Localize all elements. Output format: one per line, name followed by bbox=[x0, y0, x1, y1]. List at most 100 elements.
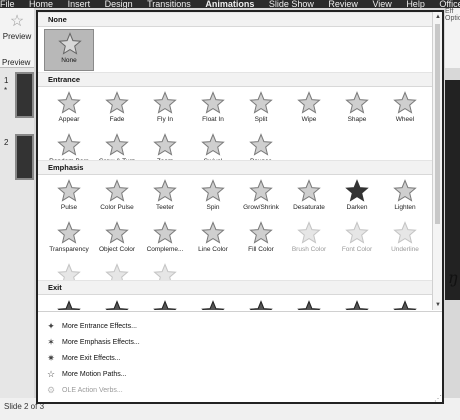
effect-transparency[interactable]: Transparency bbox=[44, 219, 94, 261]
exit-star-icon bbox=[92, 298, 142, 310]
effect-wipe[interactable]: Wipe bbox=[284, 89, 334, 131]
effect-label: Wheel bbox=[395, 116, 415, 123]
random-bars-star-icon bbox=[44, 131, 94, 157]
ribbon-preview-group: ☆ Preview Preview bbox=[0, 8, 34, 68]
gallery-scrollbar[interactable]: ▲ ▼ bbox=[432, 12, 442, 310]
effect-label: Compleme... bbox=[146, 246, 184, 253]
slide-thumbnail-1[interactable] bbox=[15, 72, 34, 118]
resize-grip-icon[interactable]: ⋰ bbox=[434, 394, 442, 403]
effect-split[interactable]: Split bbox=[236, 89, 286, 131]
exit-star-icon bbox=[332, 298, 382, 310]
effect-label: Fly In bbox=[157, 116, 173, 123]
exit-effect-preview[interactable] bbox=[92, 298, 142, 310]
effect-underline: Underline bbox=[380, 219, 430, 261]
section-header-exit: Exit bbox=[38, 280, 432, 295]
transparency-star-icon bbox=[44, 219, 94, 245]
desaturate-star-icon bbox=[284, 177, 334, 203]
powerpoint-window: File Home Insert Design Transitions Anim… bbox=[0, 0, 460, 420]
menu-ole-action-verbs: ⚙ OLE Action Verbs... bbox=[44, 382, 424, 398]
exit-star-icon bbox=[284, 298, 334, 310]
effect-fly-in[interactable]: Fly In bbox=[140, 89, 190, 131]
effect-options-label: Eff Optio bbox=[445, 8, 460, 22]
effect-fade[interactable]: Fade bbox=[92, 89, 142, 131]
teeter-star-icon bbox=[140, 177, 190, 203]
menu-more-motion-paths[interactable]: ☆ More Motion Paths... bbox=[44, 366, 424, 382]
effect-line-color[interactable]: Line Color bbox=[188, 219, 238, 261]
star-exit-icon: ✷ bbox=[47, 353, 55, 363]
effect-wheel[interactable]: Wheel bbox=[380, 89, 430, 131]
tab-office-r[interactable]: Office R bbox=[439, 0, 460, 8]
tab-insert[interactable]: Insert bbox=[68, 0, 91, 8]
slide-thumbnail-2[interactable] bbox=[15, 134, 34, 180]
exit-effect-preview[interactable] bbox=[380, 298, 430, 310]
section-header-entrance: Entrance bbox=[38, 72, 432, 87]
section-header-emphasis: Emphasis bbox=[38, 160, 432, 175]
exit-star-icon bbox=[188, 298, 238, 310]
effect-label: None bbox=[61, 57, 77, 64]
effect-desaturate[interactable]: Desaturate bbox=[284, 177, 334, 219]
effect-none[interactable]: None bbox=[44, 29, 94, 71]
slide-text-fragment: ŋ bbox=[448, 268, 459, 287]
menu-more-entrance-effects[interactable]: ✦ More Entrance Effects... bbox=[44, 318, 424, 334]
exit-star-icon bbox=[236, 298, 286, 310]
tab-slide-show[interactable]: Slide Show bbox=[269, 0, 314, 8]
tab-design[interactable]: Design bbox=[105, 0, 133, 8]
effect-compleme[interactable]: Compleme... bbox=[140, 219, 190, 261]
tab-animations[interactable]: Animations bbox=[205, 0, 254, 8]
tab-transitions[interactable]: Transitions bbox=[147, 0, 191, 8]
menu-item-label: More Exit Effects... bbox=[62, 354, 121, 362]
preview-button[interactable]: ☆ Preview bbox=[2, 12, 32, 56]
effect-lighten[interactable]: Lighten bbox=[380, 177, 430, 219]
effect-color-pulse[interactable]: Color Pulse bbox=[92, 177, 142, 219]
scrollbar-thumb[interactable] bbox=[435, 24, 440, 224]
effect-label: Wipe bbox=[301, 116, 317, 123]
line-color-star-icon bbox=[188, 219, 238, 245]
effect-darken[interactable]: Darken bbox=[332, 177, 382, 219]
effect-appear[interactable]: Appear bbox=[44, 89, 94, 131]
menu-more-emphasis-effects[interactable]: ✶ More Emphasis Effects... bbox=[44, 334, 424, 350]
menu-more-exit-effects[interactable]: ✷ More Exit Effects... bbox=[44, 350, 424, 366]
tab-home[interactable]: Home bbox=[29, 0, 53, 8]
effect-brush-color: Brush Color bbox=[284, 219, 334, 261]
exit-effect-preview[interactable] bbox=[140, 298, 190, 310]
spin-star-icon bbox=[188, 177, 238, 203]
effect-float-in[interactable]: Float In bbox=[188, 89, 238, 131]
tab-review[interactable]: Review bbox=[328, 0, 358, 8]
tab-file[interactable]: File bbox=[0, 0, 15, 8]
wheel-star-icon bbox=[380, 89, 430, 115]
exit-effect-preview[interactable] bbox=[332, 298, 382, 310]
effect-label: Lighten bbox=[394, 204, 416, 211]
tab-help[interactable]: Help bbox=[406, 0, 425, 8]
effect-spin[interactable]: Spin bbox=[188, 177, 238, 219]
effect-shape[interactable]: Shape bbox=[332, 89, 382, 131]
effect-label: Grow/Shrink bbox=[243, 204, 279, 211]
exit-effect-preview[interactable] bbox=[188, 298, 238, 310]
effect-options-button[interactable]: Eff Optio bbox=[445, 8, 460, 68]
effect-label: Split bbox=[254, 116, 268, 123]
shape-star-icon bbox=[332, 89, 382, 115]
effect-pulse[interactable]: Pulse bbox=[44, 177, 94, 219]
exit-effect-preview[interactable] bbox=[236, 298, 286, 310]
star-emphasis-icon: ✶ bbox=[47, 337, 55, 347]
wipe-star-icon bbox=[284, 89, 334, 115]
fly-in-star-icon bbox=[140, 89, 190, 115]
effect-fill-color[interactable]: Fill Color bbox=[236, 219, 286, 261]
grow-turn-star-icon bbox=[92, 131, 142, 157]
effect-label: Font Color bbox=[341, 246, 373, 253]
exit-star-icon bbox=[380, 298, 430, 310]
scroll-up-arrow-icon[interactable]: ▲ bbox=[433, 12, 443, 22]
exit-effect-preview[interactable] bbox=[44, 298, 94, 310]
animation-gallery: None None Entrance Appear Fade Fly In Float In… bbox=[36, 10, 444, 404]
slide-animation-marker: * bbox=[4, 86, 8, 95]
effect-label: Line Color bbox=[198, 246, 228, 253]
effect-grow-shrink[interactable]: Grow/Shrink bbox=[236, 177, 286, 219]
font-color-star-icon bbox=[332, 219, 382, 245]
effect-teeter[interactable]: Teeter bbox=[140, 177, 190, 219]
scroll-down-arrow-icon[interactable]: ▼ bbox=[433, 300, 443, 310]
effect-label: Darken bbox=[346, 204, 368, 211]
effect-object-color[interactable]: Object Color bbox=[92, 219, 142, 261]
tab-view[interactable]: View bbox=[372, 0, 391, 8]
exit-effect-preview[interactable] bbox=[284, 298, 334, 310]
effect-label: Float In bbox=[202, 116, 224, 123]
effect-label: Brush Color bbox=[291, 246, 327, 253]
